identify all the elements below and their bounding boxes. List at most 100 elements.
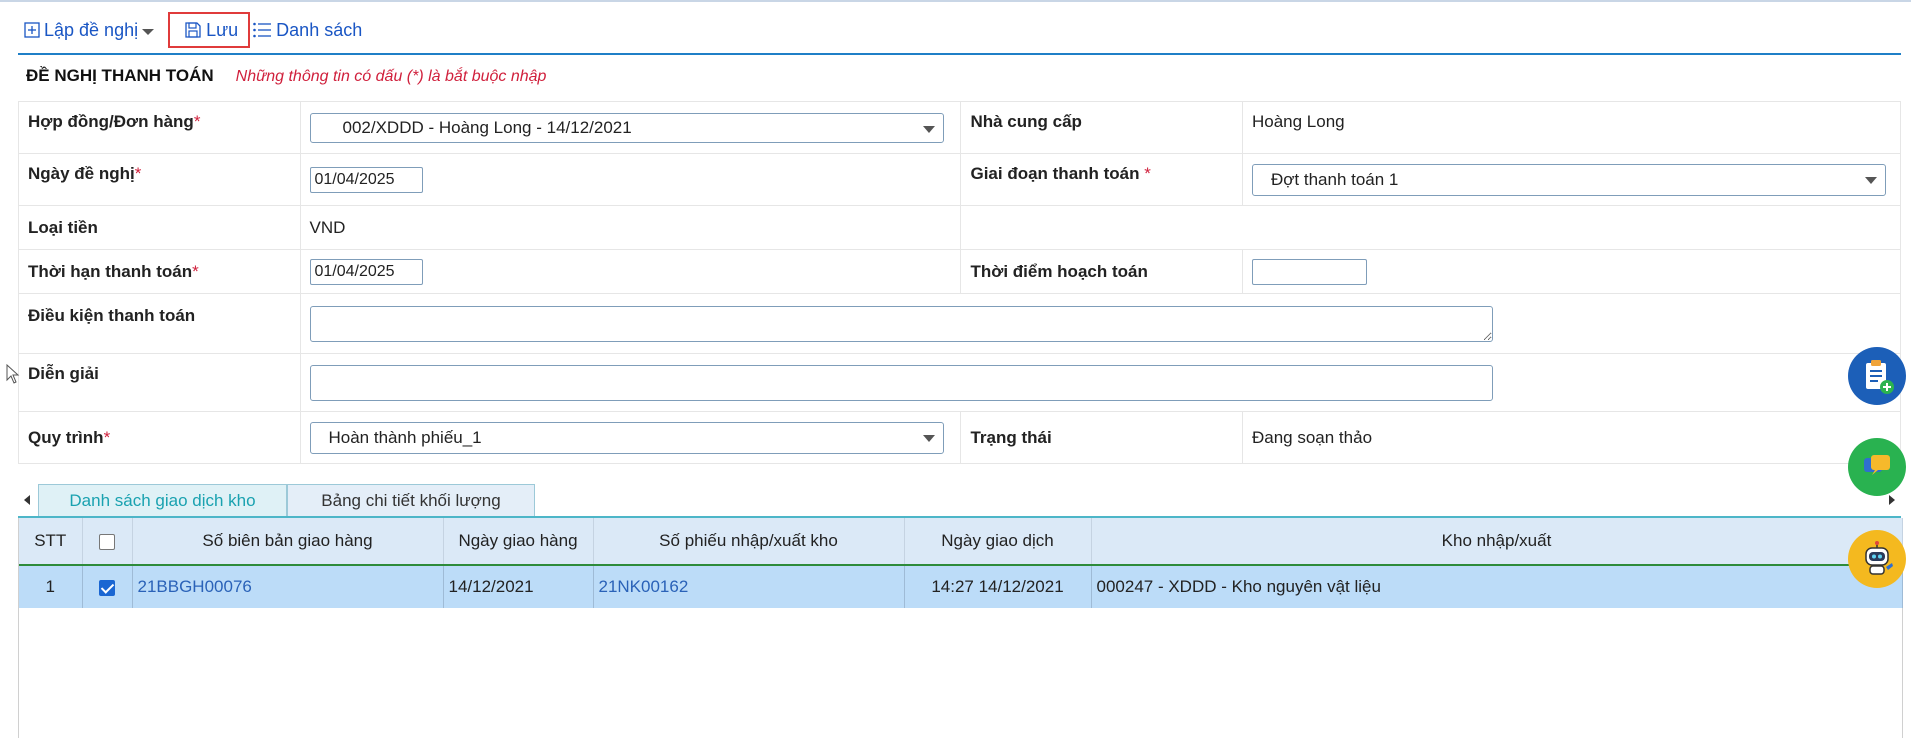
status-label: Trạng thái xyxy=(970,427,1052,447)
form-row: Loại tiền VND xyxy=(18,205,1901,250)
create-request-label: Lập đề nghị xyxy=(44,19,139,40)
contract-value-cell: 002/XDDD - Hoàng Long - 14/12/2021 xyxy=(299,101,962,154)
select-all-checkbox[interactable] xyxy=(99,533,115,550)
status-value: Đang soạn thảo xyxy=(1251,427,1373,447)
tab-volume-details[interactable]: Bảng chi tiết khối lượng xyxy=(287,484,535,516)
supplier-value: Hoàng Long xyxy=(1251,112,1345,131)
chevron-down-icon xyxy=(922,125,935,133)
supplier-label-cell: Nhà cung cấp xyxy=(960,101,1243,154)
warehouse-slip-link[interactable]: 21NK00162 xyxy=(599,577,689,596)
payment-deadline-label: Thời hạn thanh toán xyxy=(28,261,193,281)
payment-stage-label: Giai đoạn thanh toán xyxy=(970,164,1145,183)
required-mark: * xyxy=(134,164,142,183)
payment-request-form: Hợp đồng/Đơn hàng* 002/XDDD - Hoàng Long… xyxy=(18,101,1902,464)
currency-value: VND xyxy=(309,217,346,237)
robot-assistant-icon xyxy=(1865,541,1893,575)
toolbar-divider xyxy=(18,53,1901,55)
contract-label: Hợp đồng/Đơn hàng xyxy=(28,112,194,131)
assistant-bot-button[interactable] xyxy=(1848,530,1906,588)
tab-scroll-left-button[interactable] xyxy=(18,484,36,516)
chevron-right-icon xyxy=(1889,495,1895,505)
required-mark: * xyxy=(1144,164,1151,183)
payment-terms-textarea[interactable] xyxy=(309,305,1493,342)
currency-value-cell: VND xyxy=(299,205,962,250)
process-value-cell: Hoàn thành phiếu_1 xyxy=(299,411,962,464)
request-date-label-cell: Ngày đề nghị* xyxy=(18,153,301,206)
column-header-warehouse-slip[interactable]: Số phiếu nhập/xuất kho xyxy=(593,518,905,566)
list-button[interactable]: Danh sách xyxy=(252,20,362,41)
cell-select xyxy=(82,565,133,608)
form-row: Thời hạn thanh toán* Thời điểm hoạch toá… xyxy=(18,249,1902,294)
create-request-button[interactable]: Lập đề nghị xyxy=(24,19,155,41)
delivery-record-link[interactable]: 21BBGH00076 xyxy=(138,577,252,596)
required-mark: * xyxy=(103,427,111,447)
description-value-cell xyxy=(299,353,1901,412)
form-row: Quy trình* Hoàn thành phiếu_1 Trạng thái… xyxy=(18,411,1902,464)
list-icon xyxy=(253,22,272,38)
required-note: Những thông tin có dấu (*) là bắt buộc n… xyxy=(235,68,547,85)
chat-button[interactable] xyxy=(1848,438,1906,496)
tab-bar: Danh sách giao dịch kho Bảng chi tiết kh… xyxy=(18,484,1901,518)
request-date-label: Ngày đề nghị xyxy=(28,164,135,183)
transactions-grid: STT Số biên bản giao hàng Ngày giao hàng… xyxy=(18,518,1903,738)
row-checkbox[interactable] xyxy=(99,579,115,596)
column-header-warehouse[interactable]: Kho nhập/xuất xyxy=(1091,518,1903,566)
top-border xyxy=(0,0,1911,2)
mouse-pointer-icon xyxy=(6,364,20,384)
contract-label-cell: Hợp đồng/Đơn hàng* xyxy=(18,101,301,154)
request-date-value-cell xyxy=(299,153,962,206)
clipboard-add-icon xyxy=(1866,360,1894,394)
form-row: Hợp đồng/Đơn hàng* 002/XDDD - Hoàng Long… xyxy=(18,101,1902,154)
transactions-table: STT Số biên bản giao hàng Ngày giao hàng… xyxy=(19,518,1903,608)
request-date-input[interactable] xyxy=(309,166,423,193)
chevron-down-icon[interactable] xyxy=(142,29,155,35)
column-header-stt[interactable]: STT xyxy=(19,518,83,566)
payment-terms-value-cell xyxy=(299,293,1901,354)
form-row: Diễn giải xyxy=(18,353,1901,412)
process-label: Quy trình xyxy=(28,427,104,447)
currency-label: Loại tiền xyxy=(28,217,98,237)
form-row: Điều kiện thanh toán xyxy=(18,293,1901,354)
empty-cell xyxy=(960,205,1901,250)
chevron-down-icon xyxy=(1864,176,1877,184)
payment-stage-label-cell: Giai đoạn thanh toán * xyxy=(960,153,1243,206)
payment-terms-label-cell: Điều kiện thanh toán xyxy=(18,293,301,354)
required-mark: * xyxy=(192,261,199,281)
required-mark: * xyxy=(193,112,201,131)
payment-deadline-input[interactable] xyxy=(309,258,423,285)
column-header-delivery-date[interactable]: Ngày giao hàng xyxy=(443,518,594,566)
list-label: Danh sách xyxy=(276,19,363,40)
accounting-time-input[interactable] xyxy=(1251,258,1367,285)
supplier-label: Nhà cung cấp xyxy=(970,112,1082,131)
table-row[interactable]: 1 21BBGH00076 14/12/2021 21NK00162 14:27… xyxy=(19,565,1903,608)
chevron-left-icon xyxy=(24,495,30,505)
payment-deadline-value-cell xyxy=(299,249,962,294)
form-row: Ngày đề nghị* Giai đoạn thanh toán * Đợt… xyxy=(18,153,1902,206)
payment-stage-value: Đợt thanh toán 1 xyxy=(1270,169,1399,189)
plus-square-icon xyxy=(24,22,40,38)
clipboard-add-button[interactable] xyxy=(1848,347,1906,405)
status-label-cell: Trạng thái xyxy=(960,411,1243,464)
payment-stage-select[interactable]: Đợt thanh toán 1 xyxy=(1251,163,1886,196)
process-select[interactable]: Hoàn thành phiếu_1 xyxy=(309,421,944,454)
contract-select-value: 002/XDDD - Hoàng Long - 14/12/2021 xyxy=(342,117,632,137)
save-button[interactable]: Lưu xyxy=(168,12,251,48)
description-input[interactable] xyxy=(309,364,1493,401)
column-header-transaction-date[interactable]: Ngày giao dịch xyxy=(904,518,1092,566)
column-header-select-all xyxy=(82,518,133,566)
description-label-cell: Diễn giải xyxy=(18,353,301,412)
contract-select[interactable]: 002/XDDD - Hoàng Long - 14/12/2021 xyxy=(309,112,944,143)
payment-deadline-label-cell: Thời hạn thanh toán* xyxy=(18,249,301,294)
accounting-time-value-cell xyxy=(1241,249,1902,294)
cell-stt: 1 xyxy=(19,565,83,608)
column-header-delivery-record[interactable]: Số biên bản giao hàng xyxy=(132,518,444,566)
tab-warehouse-transactions[interactable]: Danh sách giao dịch kho xyxy=(38,484,287,516)
save-icon xyxy=(185,22,201,38)
description-label: Diễn giải xyxy=(28,364,99,383)
payment-terms-label: Điều kiện thanh toán xyxy=(28,306,196,325)
accounting-time-label: Thời điểm hoạch toán xyxy=(970,261,1148,281)
cell-warehouse-slip: 21NK00162 xyxy=(593,565,905,608)
table-header-row: STT Số biên bản giao hàng Ngày giao hàng… xyxy=(19,518,1903,566)
process-label-cell: Quy trình* xyxy=(18,411,301,464)
cell-transaction-date: 14:27 14/12/2021 xyxy=(904,565,1092,608)
